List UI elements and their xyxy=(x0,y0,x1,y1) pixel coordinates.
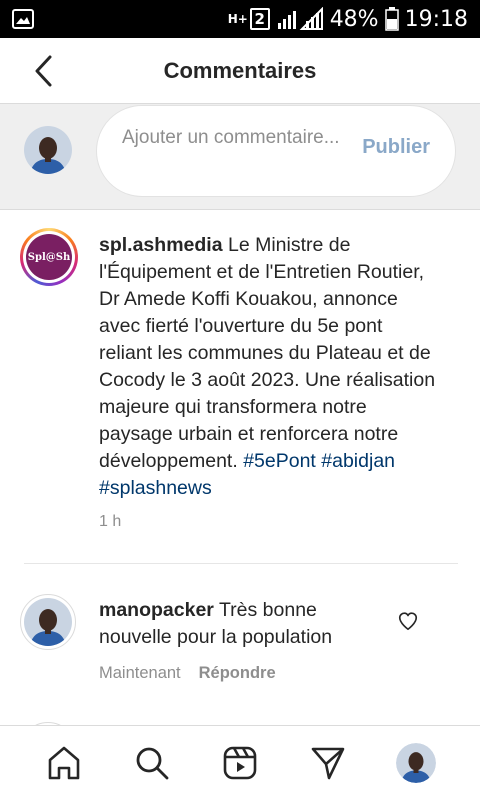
avatar xyxy=(24,126,72,174)
post-text: spl.ashmedia Le Ministre de l'Équipement… xyxy=(99,232,439,502)
nav-reels[interactable] xyxy=(217,740,263,786)
post-author-avatar[interactable]: Spl@Sh xyxy=(20,228,78,286)
clock: 19:18 xyxy=(404,6,468,32)
nav-home[interactable] xyxy=(41,740,87,786)
heart-icon[interactable] xyxy=(397,610,419,632)
comment-input[interactable]: Ajouter un commentaire... Publier xyxy=(96,105,456,197)
bottom-nav xyxy=(0,725,480,800)
nav-search[interactable] xyxy=(129,740,175,786)
signal-icon xyxy=(277,7,323,30)
battery-percent: 48% xyxy=(329,6,379,32)
battery-icon xyxy=(384,7,399,31)
nav-profile[interactable] xyxy=(393,740,439,786)
arrow-left-icon xyxy=(35,55,52,87)
post-caption-text: Le Ministre de l'Équipement et de l'Entr… xyxy=(99,234,436,472)
comment-text: manopacker Très bonne nouvelle pour la p… xyxy=(99,597,379,651)
publish-button[interactable]: Publier xyxy=(362,136,430,159)
reply-button[interactable]: Répondre xyxy=(199,664,276,683)
brand-logo: Spl@Sh xyxy=(26,234,72,280)
status-bar: H+ 2 48% 19:18 xyxy=(0,0,480,38)
sim-slot: 2 xyxy=(249,8,270,30)
gallery-icon xyxy=(12,9,34,29)
avatar-inner: Spl@Sh xyxy=(23,231,75,283)
reels-icon xyxy=(223,746,257,780)
comment-username[interactable]: manopacker xyxy=(99,599,214,621)
nav-direct[interactable] xyxy=(305,740,351,786)
comment-composer: Ajouter un commentaire... Publier xyxy=(0,104,480,210)
avatar xyxy=(24,598,72,646)
post-timestamp: 1 h xyxy=(99,513,122,530)
comment-avatar[interactable] xyxy=(20,594,76,650)
page-title: Commentaires xyxy=(163,57,317,83)
search-icon xyxy=(136,747,169,780)
divider xyxy=(24,563,458,564)
direct-icon xyxy=(311,747,345,780)
back-button[interactable] xyxy=(24,52,62,90)
profile-avatar xyxy=(396,743,436,783)
status-right: H+ 2 48% 19:18 xyxy=(228,7,468,32)
network-type: H+ xyxy=(227,12,248,26)
comment-timestamp: Maintenant xyxy=(99,664,181,682)
comment-meta: Maintenant Répondre xyxy=(99,664,276,683)
header: Commentaires xyxy=(0,38,480,104)
comment-placeholder: Ajouter un commentaire... xyxy=(122,127,340,148)
home-icon xyxy=(48,746,80,780)
post-username[interactable]: spl.ashmedia xyxy=(99,234,223,256)
